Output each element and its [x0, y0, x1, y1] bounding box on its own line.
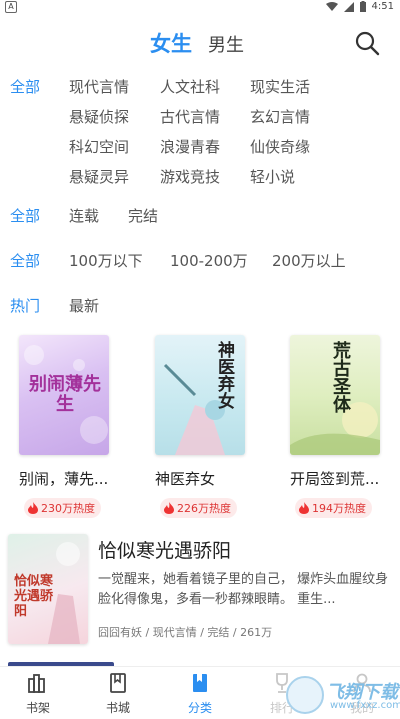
- book-list-item[interactable]: 恰似寒光遇骄阳 恰似寒光遇骄阳 一觉醒来，她看着镜子里的自己， 爆炸头血腥纹身脸…: [8, 534, 400, 649]
- book-cover[interactable]: 荒古圣体: [290, 335, 380, 455]
- category-book-icon: [193, 674, 207, 692]
- sort-filter-row: 热门 最新: [0, 295, 400, 319]
- heat-badge: 226万热度: [160, 498, 237, 518]
- battery-icon: [359, 1, 366, 12]
- header: 女生 男生: [0, 22, 400, 62]
- sort-hot[interactable]: 热门: [10, 295, 40, 316]
- nav-label: 书城: [105, 701, 130, 715]
- flame-icon: [28, 502, 38, 514]
- book-card[interactable]: 神医弃女 神医弃女 226万热度: [155, 335, 265, 518]
- nav-store[interactable]: 书城: [88, 671, 148, 716]
- heat-badge: 230万热度: [24, 498, 101, 518]
- status-icons: 4:51: [325, 1, 394, 12]
- filter-status-option[interactable]: 完结: [128, 205, 158, 226]
- filter-category-option[interactable]: 玄幻言情: [250, 106, 310, 127]
- book-icon: [110, 673, 126, 693]
- filter-category-option[interactable]: 科幻空间: [69, 136, 129, 157]
- filter-words-option[interactable]: 200万以上: [272, 250, 346, 271]
- signal-icon: [343, 1, 354, 12]
- cover-title: 荒古圣体: [330, 341, 351, 413]
- book-description: 一觉醒来，她看着镜子里的自己， 爆炸头血腥纹身脸化得像鬼，多看一秒都辣眼睛。 重…: [98, 572, 389, 607]
- filter-category-option[interactable]: 古代言情: [160, 106, 220, 127]
- filter-category-option[interactable]: 游戏竞技: [160, 166, 220, 187]
- book-title[interactable]: 开局签到荒...: [290, 468, 379, 489]
- filter-category-option[interactable]: 轻小说: [250, 166, 295, 187]
- nav-label: 书架: [25, 701, 50, 715]
- book-meta: 囧囧有妖 / 现代言情 / 完结 / 261万: [98, 626, 273, 639]
- status-filter-row: 全部 连载 完结: [0, 205, 400, 229]
- cover-title: 恰似寒光遇骄阳: [14, 574, 54, 619]
- filter-category-option[interactable]: 仙侠奇缘: [250, 136, 310, 157]
- category-filter-row-4: 悬疑灵异 游戏竞技 轻小说: [0, 166, 400, 190]
- book-title[interactable]: 神医弃女: [155, 468, 215, 489]
- category-filter-row-1: 全部 现代言情 人文社科 现实生活: [0, 76, 400, 100]
- book-cover[interactable]: 别闹薄先生: [19, 335, 109, 455]
- book-card[interactable]: 荒古圣体 开局签到荒... 194万热度: [290, 335, 400, 518]
- watermark-logo-icon: [286, 676, 324, 714]
- clock: 4:51: [371, 1, 394, 12]
- flame-icon: [299, 502, 309, 514]
- nav-shelf[interactable]: 书架: [8, 671, 68, 716]
- filter-status-option[interactable]: 连载: [69, 205, 99, 226]
- category-filter-row-3: 科幻空间 浪漫青春 仙侠奇缘: [0, 136, 400, 160]
- search-icon[interactable]: [354, 30, 380, 56]
- heat-value: 226万热度: [177, 502, 231, 515]
- filter-category-option[interactable]: 悬疑侦探: [69, 106, 129, 127]
- filter-category-option[interactable]: 现代言情: [69, 76, 129, 97]
- filter-words-option[interactable]: 100万以下: [69, 250, 143, 271]
- wordcount-filter-row: 全部 100万以下 100-200万 200万以上: [0, 250, 400, 274]
- book-title[interactable]: 别闹，薄先...: [19, 468, 108, 489]
- filter-category-all[interactable]: 全部: [10, 76, 40, 97]
- heat-badge: 194万热度: [295, 498, 372, 518]
- tab-male[interactable]: 男生: [208, 31, 244, 57]
- filter-words-option[interactable]: 100-200万: [170, 250, 248, 271]
- book-cover[interactable]: 神医弃女: [155, 335, 245, 455]
- book-card[interactable]: 别闹薄先生 别闹，薄先... 230万热度: [19, 335, 129, 518]
- bookshelf-icon: [28, 674, 45, 693]
- filter-category-option[interactable]: 悬疑灵异: [69, 166, 129, 187]
- cover-title: 神医弃女: [214, 341, 234, 409]
- filter-status-all[interactable]: 全部: [10, 205, 40, 226]
- wifi-icon: [325, 1, 338, 11]
- watermark: 飞翔下载 www.fxxz.com: [268, 672, 400, 718]
- filter-words-all[interactable]: 全部: [10, 250, 40, 271]
- book-cover[interactable]: 恰似寒光遇骄阳: [8, 534, 88, 644]
- nav-category[interactable]: 分类: [170, 671, 230, 716]
- category-filter-row-2: 悬疑侦探 古代言情 玄幻言情: [0, 106, 400, 130]
- heat-value: 230万热度: [41, 502, 95, 515]
- tab-female[interactable]: 女生: [150, 28, 192, 58]
- filter-category-option[interactable]: 现实生活: [250, 76, 310, 97]
- heat-value: 194万热度: [312, 502, 366, 515]
- sort-latest[interactable]: 最新: [69, 295, 99, 316]
- filter-category-option[interactable]: 浪漫青春: [160, 136, 220, 157]
- filter-category-option[interactable]: 人文社科: [160, 76, 220, 97]
- watermark-url: www.fxxz.com: [330, 700, 400, 711]
- notification-badge: A: [5, 1, 17, 13]
- book-title[interactable]: 恰似寒光遇骄阳: [98, 536, 231, 563]
- status-bar: A 4:51: [0, 0, 400, 14]
- flame-icon: [164, 502, 174, 514]
- cover-title: 别闹薄先生: [29, 374, 101, 415]
- nav-label: 分类: [187, 701, 212, 715]
